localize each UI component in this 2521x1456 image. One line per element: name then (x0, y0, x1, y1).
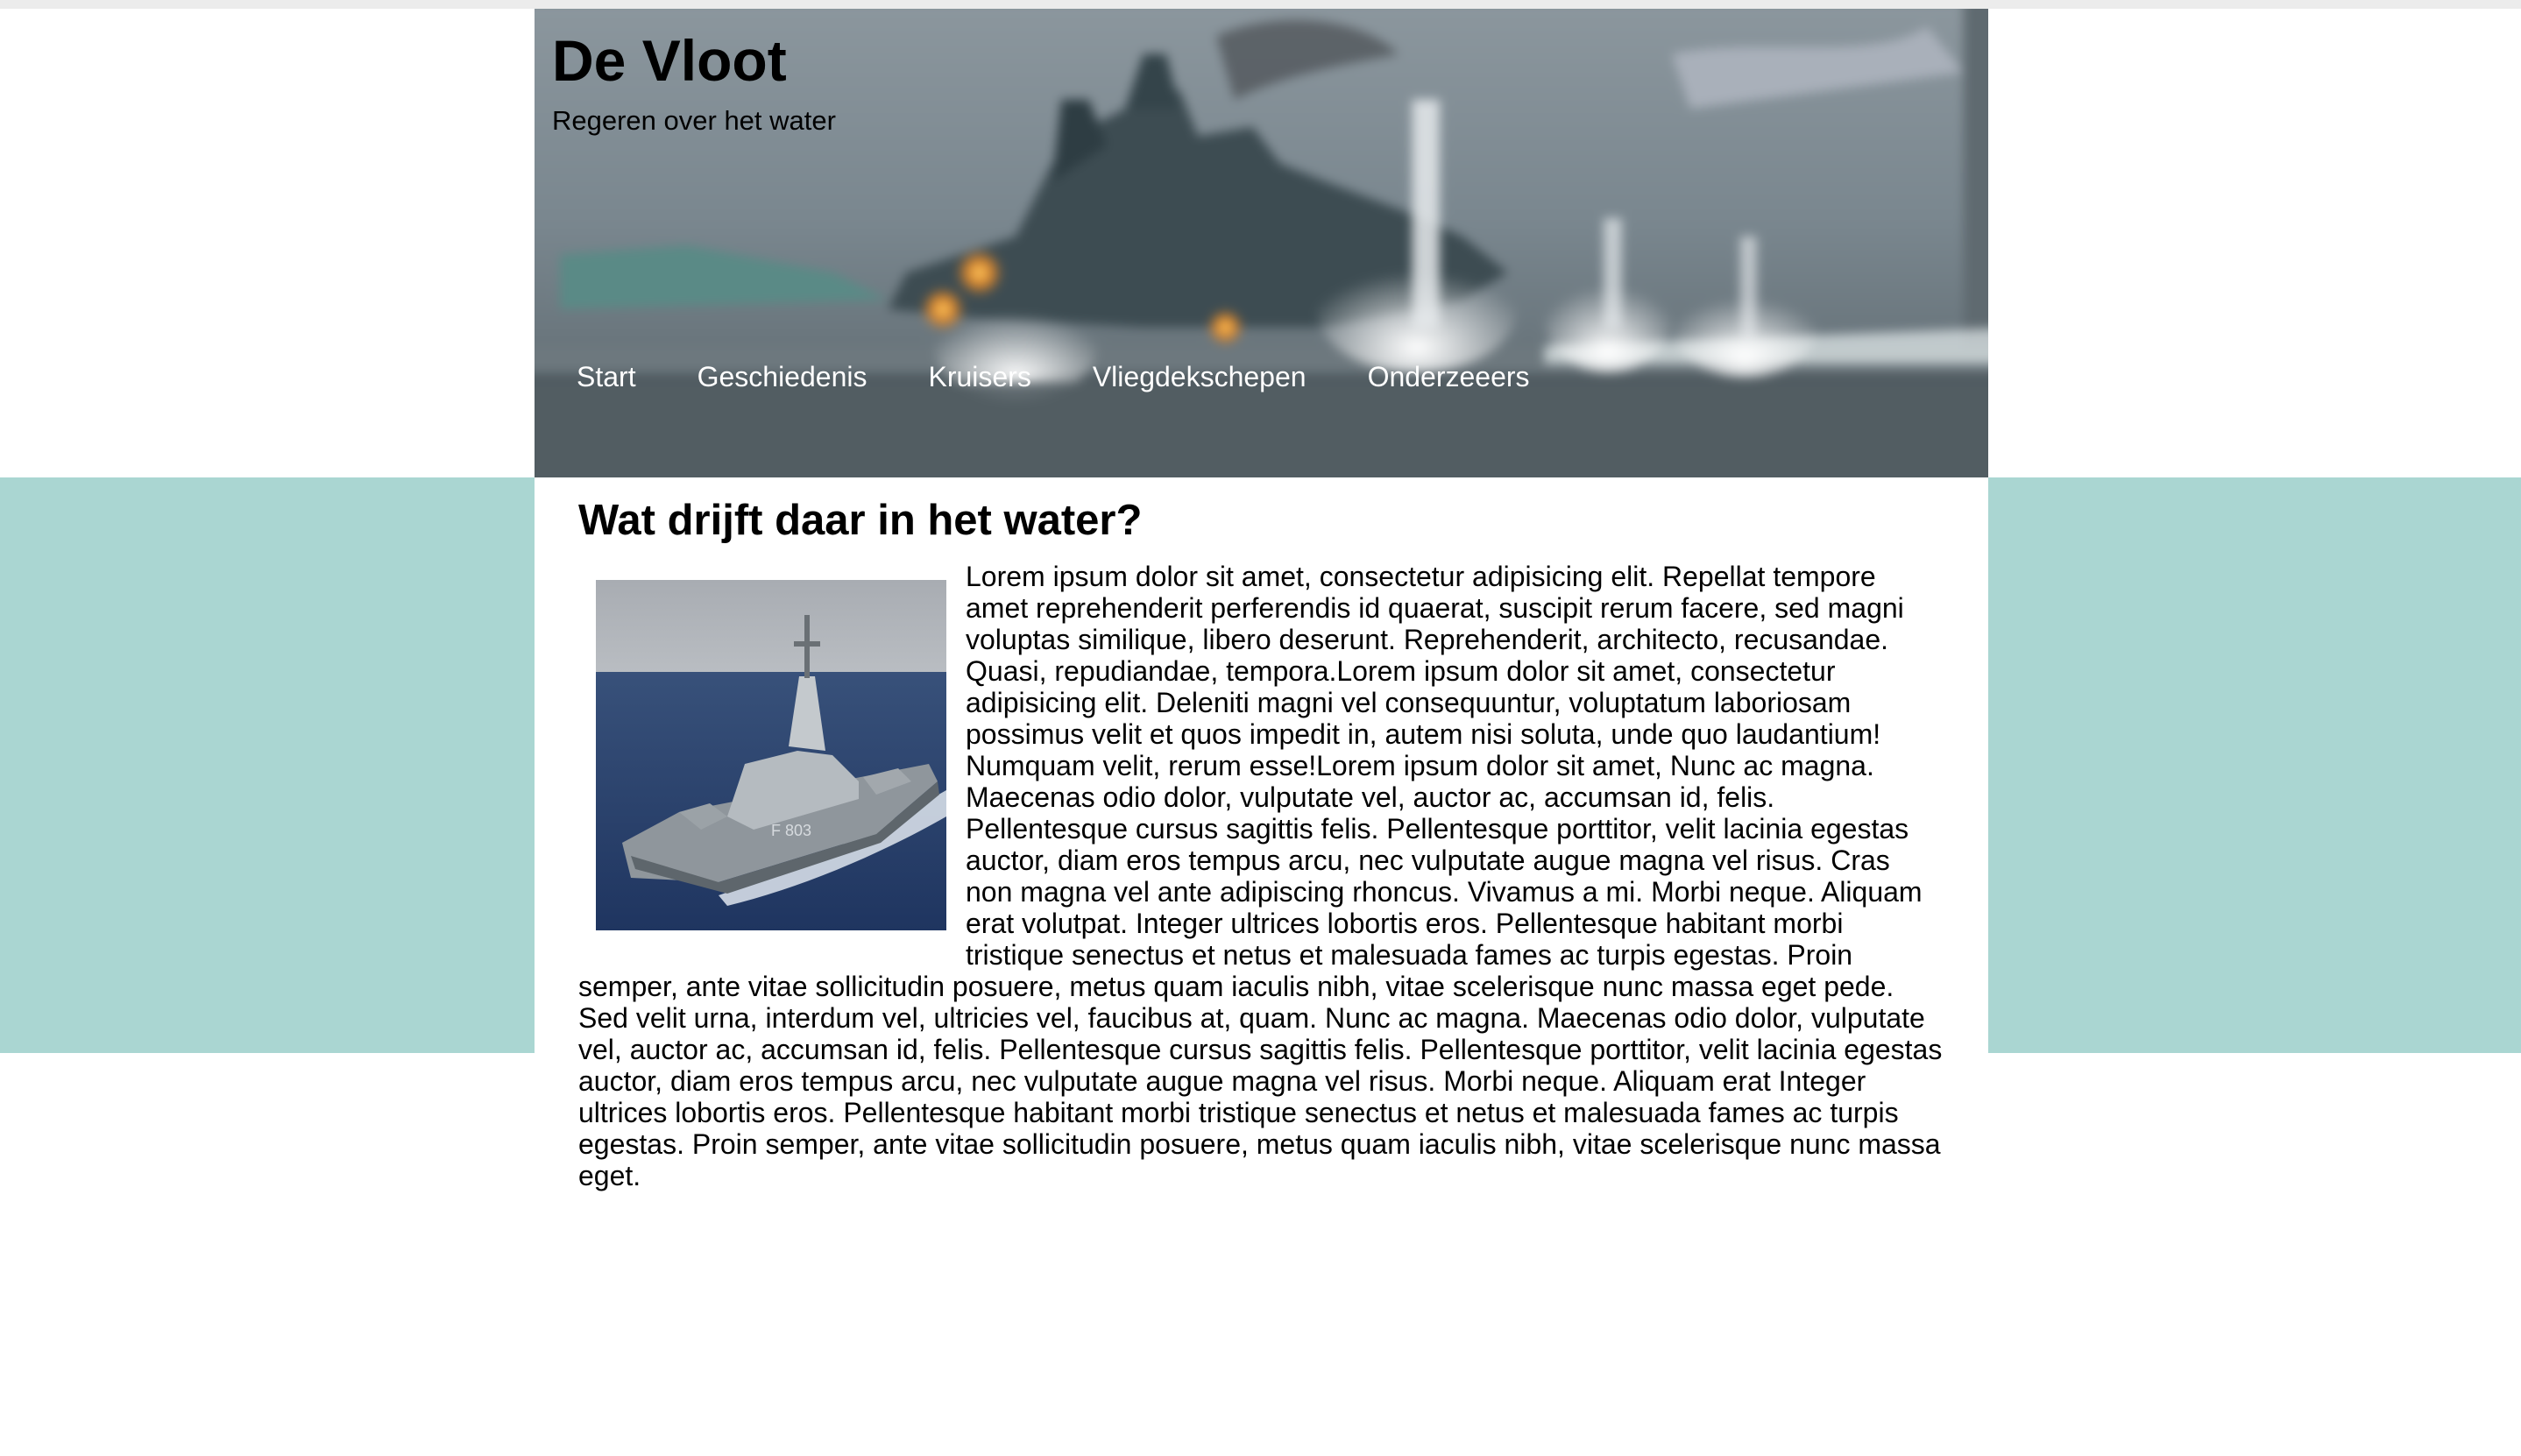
main-content: Wat drijft daar in het water? F 803 Lore… (535, 477, 1988, 1191)
nav-item-start[interactable]: Start (577, 359, 636, 396)
svg-text:F 803: F 803 (771, 822, 811, 839)
nav-item-onderzeeers[interactable]: Onderzeeers (1368, 359, 1530, 396)
site-title: De Vloot (552, 28, 787, 93)
site-tagline: Regeren over het water (552, 105, 836, 136)
page-container: De Vloot Regeren over het water Start Ge… (535, 9, 1988, 1456)
browser-top-edge (0, 0, 2521, 9)
frigate-image: F 803 (596, 579, 946, 930)
nav-item-kruisers[interactable]: Kruisers (928, 359, 1030, 396)
nav-item-geschiedenis[interactable]: Geschiedenis (698, 359, 867, 396)
nav-item-vliegdekschepen[interactable]: Vliegdekschepen (1093, 359, 1307, 396)
main-navigation: Start Geschiedenis Kruisers Vliegdeksche… (577, 359, 1591, 396)
frigate-photo: F 803 (596, 579, 946, 930)
article-heading: Wat drijft daar in het water? (578, 497, 1143, 544)
site-header: De Vloot Regeren over het water Start Ge… (535, 9, 1988, 477)
